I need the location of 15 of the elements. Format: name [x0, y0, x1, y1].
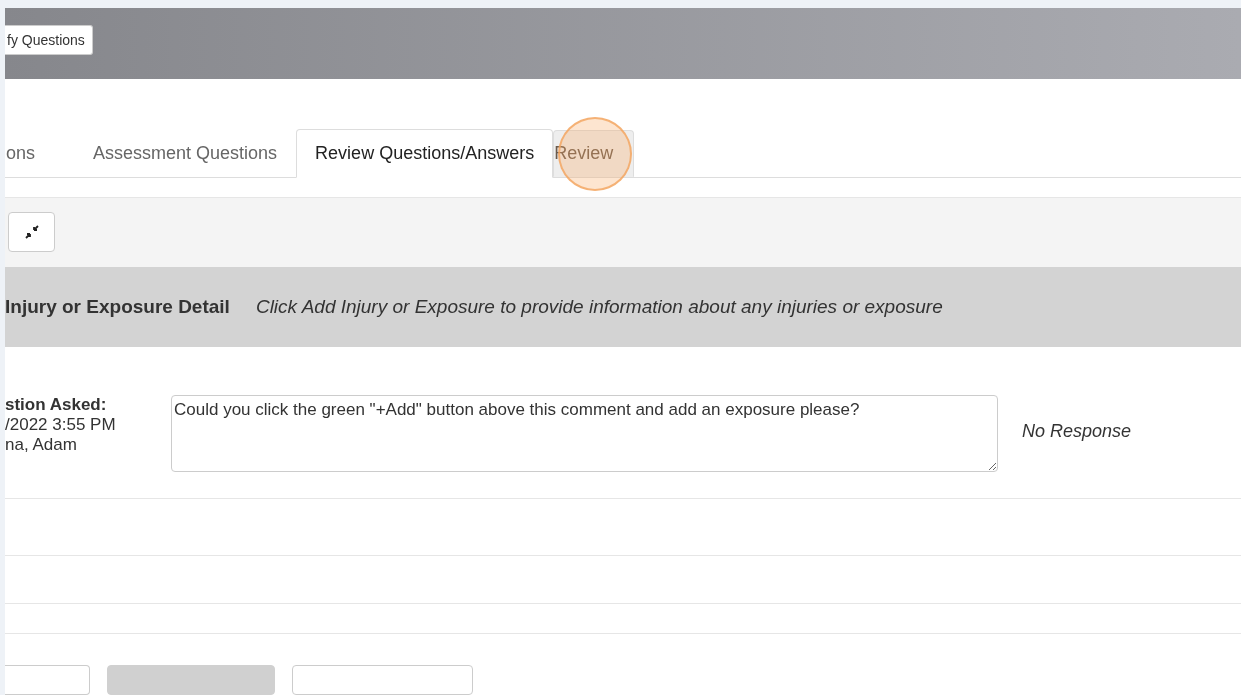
- response-text: No Response: [1022, 420, 1132, 442]
- question-author: na, Adam: [5, 434, 78, 455]
- footer-button[interactable]: [292, 665, 473, 695]
- compress-icon: [24, 225, 39, 240]
- comment-field[interactable]: Could you click the green "+Add" button above this comment and add an exposure please?: [171, 394, 998, 472]
- collapse-button[interactable]: [8, 212, 55, 253]
- question-label: stion Asked:: [5, 394, 108, 415]
- tab[interactable]: Review Questions/Answers: [296, 129, 554, 178]
- question-date: /2022 3:55 PM: [5, 414, 117, 435]
- questions-button[interactable]: fy Questions: [5, 24, 93, 55]
- section-hint: Click Add Injury or Exposure to provide information about any injuries or exposure: [255, 295, 943, 318]
- footer-button[interactable]: [5, 665, 90, 695]
- tab[interactable]: Assessment Questions: [74, 130, 297, 177]
- section-title: Injury or Exposure Detail: [5, 295, 230, 318]
- tab[interactable]: ons: [5, 130, 55, 177]
